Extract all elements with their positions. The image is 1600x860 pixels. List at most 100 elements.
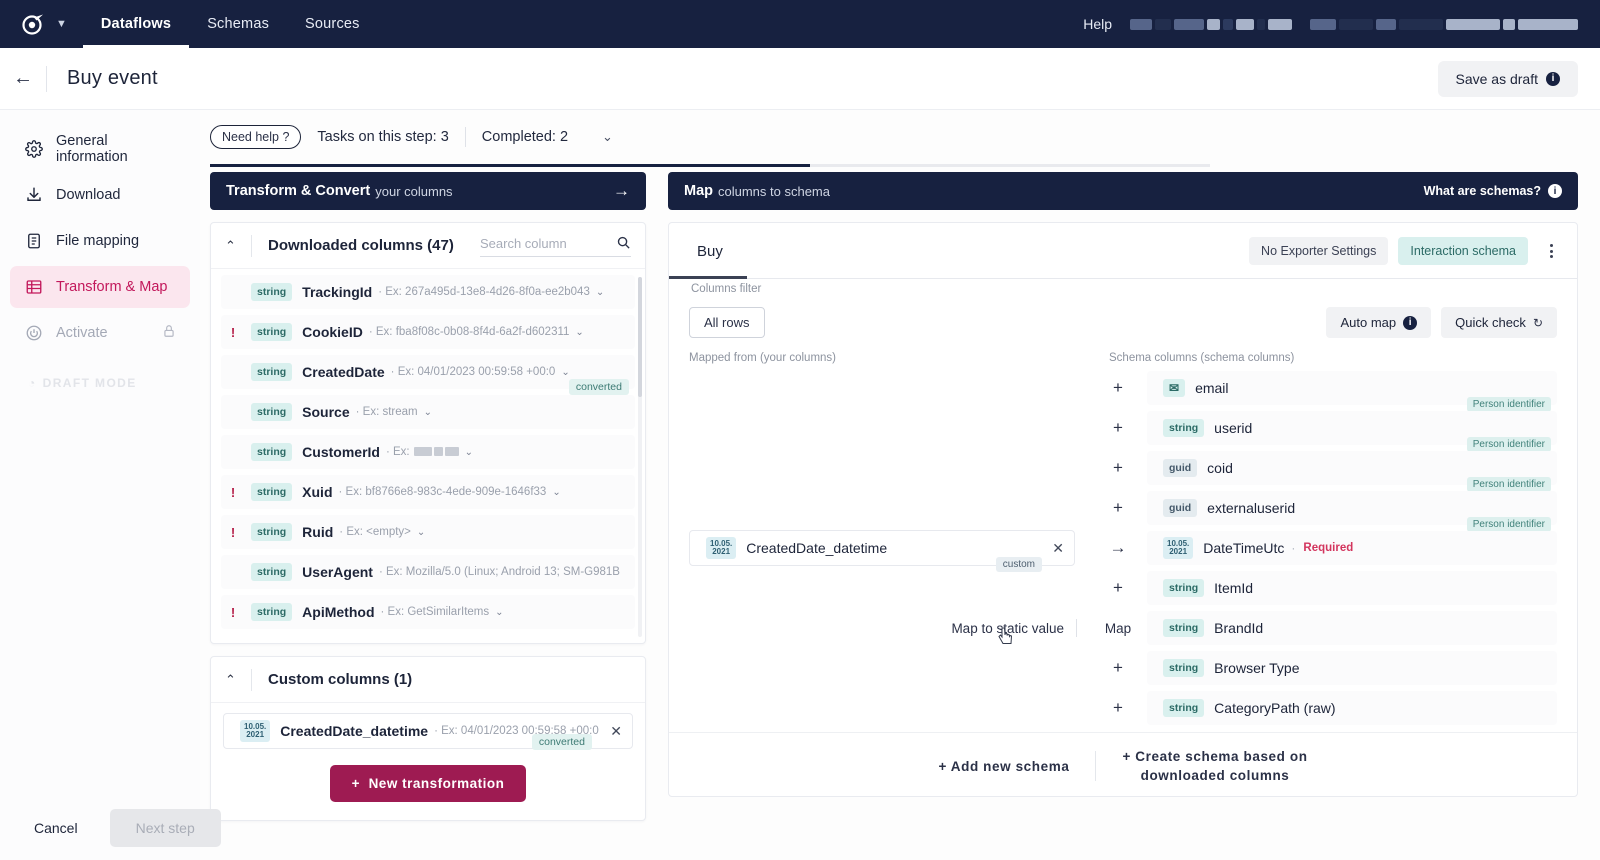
column-row[interactable]: ! string ApiMethod · Ex: GetSimilarItems… bbox=[221, 595, 635, 629]
chevron-down-icon[interactable]: ⌄ bbox=[495, 607, 503, 618]
column-name: Ruid bbox=[302, 524, 334, 540]
chevron-down-icon[interactable]: ⌄ bbox=[584, 129, 631, 145]
scrollbar-thumb[interactable] bbox=[638, 277, 642, 397]
schema-column-cell[interactable]: string ItemId bbox=[1147, 571, 1557, 605]
map-button[interactable]: Map bbox=[1089, 621, 1147, 636]
close-icon[interactable]: ✕ bbox=[1052, 540, 1064, 557]
arrow-left-icon[interactable]: ← bbox=[0, 67, 46, 90]
search-column-input[interactable] bbox=[480, 236, 608, 251]
nav-item-sources[interactable]: Sources bbox=[287, 0, 378, 48]
schema-column-cell[interactable]: string CategoryPath (raw) bbox=[1147, 691, 1557, 725]
chevron-down-icon[interactable]: ⌄ bbox=[596, 287, 604, 298]
column-row[interactable]: ! string CookieID · Ex: fba8f08c-0b08-8f… bbox=[221, 315, 635, 349]
brand-logo-area[interactable]: ▼ bbox=[0, 0, 83, 48]
sidebar-item-general-information[interactable]: General information bbox=[10, 128, 190, 170]
schema-column-cell[interactable]: ✉ email Person identifier bbox=[1147, 371, 1557, 412]
add-mapping-button[interactable]: + bbox=[1089, 498, 1147, 518]
add-mapping-button[interactable]: + bbox=[1089, 418, 1147, 438]
schema-column-cell[interactable]: string Browser Type bbox=[1147, 651, 1557, 685]
tasks-on-step-label: Tasks on this step: 3 bbox=[317, 129, 449, 145]
mapping-row-hover: Map to static value Map string BrandId bbox=[689, 608, 1557, 648]
schema-column-cell[interactable]: guid coid Person identifier bbox=[1147, 451, 1557, 492]
add-new-schema-link[interactable]: + Add new schema bbox=[912, 759, 1095, 774]
column-row[interactable]: string CreatedDate · Ex: 04/01/2023 00:5… bbox=[221, 355, 635, 395]
schema-column-name: DateTimeUtc bbox=[1203, 540, 1285, 556]
custom-column-row[interactable]: 10.05. 2021 CreatedDate_datetime · Ex: 04… bbox=[223, 713, 633, 750]
draft-mode-label: DRAFT MODE bbox=[42, 376, 137, 390]
plus-icon: + bbox=[1113, 418, 1123, 437]
schema-column-cell[interactable]: string userid Person identifier bbox=[1147, 411, 1557, 452]
chevron-up-icon[interactable]: ⌃ bbox=[225, 672, 251, 688]
auto-map-button[interactable]: Auto map i bbox=[1326, 307, 1432, 338]
step-progress-fill bbox=[210, 164, 810, 167]
main-nav-items: Dataflows Schemas Sources bbox=[82, 0, 378, 48]
chevron-down-icon[interactable]: ⌄ bbox=[575, 327, 583, 338]
sidebar-item-label: Transform & Map bbox=[56, 279, 168, 295]
chevron-down-icon[interactable]: ⌄ bbox=[424, 407, 432, 418]
create-schema-from-columns-link[interactable]: + Create schema based on downloaded colu… bbox=[1096, 747, 1333, 786]
tab-buy[interactable]: Buy bbox=[689, 243, 731, 260]
close-icon[interactable]: ✕ bbox=[610, 723, 622, 740]
mapping-row: + string userid Person identifier bbox=[689, 408, 1557, 452]
kebab-menu-icon[interactable] bbox=[1538, 242, 1557, 261]
add-mapping-button[interactable]: + bbox=[1089, 698, 1147, 718]
save-as-draft-button[interactable]: Save as draft i bbox=[1437, 60, 1578, 97]
column-row[interactable]: ! string Ruid · Ex: <empty> ⌄ bbox=[221, 515, 635, 549]
help-link[interactable]: Help bbox=[1083, 16, 1112, 32]
app-root: ▼ Dataflows Schemas Sources Help ← Buy e… bbox=[0, 0, 1600, 860]
nav-item-label: Sources bbox=[305, 16, 360, 32]
column-row[interactable]: ! string Xuid · Ex: bf8766e8-983c-4ede-9… bbox=[221, 475, 635, 509]
schema-column-cell[interactable]: guid externaluserid Person identifier bbox=[1147, 491, 1557, 532]
arrow-right-icon[interactable]: → bbox=[613, 181, 630, 201]
nav-item-schemas[interactable]: Schemas bbox=[189, 0, 287, 48]
column-example: · Ex: GetSimilarItems bbox=[380, 606, 490, 618]
cancel-button[interactable]: Cancel bbox=[20, 810, 92, 846]
plus-icon: + bbox=[1113, 378, 1123, 397]
type-badge: string bbox=[251, 603, 293, 621]
chevron-down-icon[interactable]: ⌄ bbox=[417, 527, 425, 538]
add-mapping-button[interactable]: + bbox=[1089, 578, 1147, 598]
add-mapping-button[interactable]: + bbox=[1089, 458, 1147, 478]
column-row[interactable]: string Source · Ex: stream ⌄ bbox=[221, 395, 635, 429]
chevron-down-icon[interactable]: ⌄ bbox=[465, 447, 473, 458]
need-help-button[interactable]: Need help ? bbox=[210, 125, 302, 149]
mapping-row: + string CategoryPath (raw) bbox=[689, 688, 1557, 728]
add-mapping-button[interactable]: + bbox=[1089, 658, 1147, 678]
sidebar-item-transform-and-map[interactable]: Transform & Map bbox=[10, 266, 190, 308]
type-badge: guid bbox=[1163, 459, 1198, 477]
nav-right-area: Help bbox=[1083, 0, 1600, 48]
what-are-schemas-link[interactable]: What are schemas? i bbox=[1424, 184, 1562, 198]
plus-icon: + bbox=[1113, 578, 1123, 597]
plus-icon: + bbox=[351, 776, 361, 791]
sidebar-item-file-mapping[interactable]: File mapping bbox=[10, 220, 190, 262]
search-icon[interactable] bbox=[616, 235, 631, 253]
tasks-completed-label: Completed: 2 bbox=[481, 129, 569, 145]
column-row[interactable]: string TrackingId · Ex: 267a495d-13e8-4d… bbox=[221, 275, 635, 309]
mapped-column-chip[interactable]: 10.05. 2021 CreatedDate_datetime custom ✕ bbox=[689, 530, 1075, 572]
power-icon bbox=[24, 323, 44, 343]
date-type-badge: 10.05. 2021 bbox=[1163, 536, 1194, 560]
schema-column-name: Browser Type bbox=[1214, 660, 1300, 676]
map-to-static-value-link[interactable]: Map to static value bbox=[951, 621, 1064, 636]
table-icon bbox=[24, 277, 44, 297]
chevron-down-icon[interactable]: ▼ bbox=[56, 18, 67, 30]
schema-column-cell[interactable]: 10.05. 2021 DateTimeUtc · Required bbox=[1147, 531, 1557, 565]
chevron-down-icon[interactable]: ⌄ bbox=[552, 487, 560, 498]
nav-item-label: Schemas bbox=[207, 16, 270, 32]
column-row[interactable]: string CustomerId · Ex: ⌄ bbox=[221, 435, 635, 469]
chevron-up-icon[interactable]: ⌃ bbox=[225, 238, 251, 254]
quick-check-button[interactable]: Quick check ↻ bbox=[1441, 307, 1557, 338]
sidebar-item-label: Download bbox=[56, 187, 121, 203]
sidebar-item-download[interactable]: Download bbox=[10, 174, 190, 216]
columns-scrollbar[interactable] bbox=[638, 277, 642, 637]
chevron-down-icon[interactable]: ⌄ bbox=[561, 367, 569, 378]
column-row[interactable]: string UserAgent · Ex: Mozilla/5.0 (Linu… bbox=[221, 555, 635, 589]
interaction-schema-badge[interactable]: Interaction schema bbox=[1398, 237, 1528, 265]
schema-column-cell[interactable]: string BrandId bbox=[1147, 611, 1557, 645]
add-mapping-button[interactable]: + bbox=[1089, 378, 1147, 398]
next-step-button[interactable]: Next step bbox=[109, 809, 221, 847]
all-rows-filter-button[interactable]: All rows bbox=[689, 307, 765, 338]
column-example: · Ex: fba8f08c-0b08-8f4d-6a2f-d602311 bbox=[368, 326, 570, 338]
no-exporter-settings-badge[interactable]: No Exporter Settings bbox=[1249, 237, 1389, 265]
nav-item-dataflows[interactable]: Dataflows bbox=[82, 0, 190, 48]
